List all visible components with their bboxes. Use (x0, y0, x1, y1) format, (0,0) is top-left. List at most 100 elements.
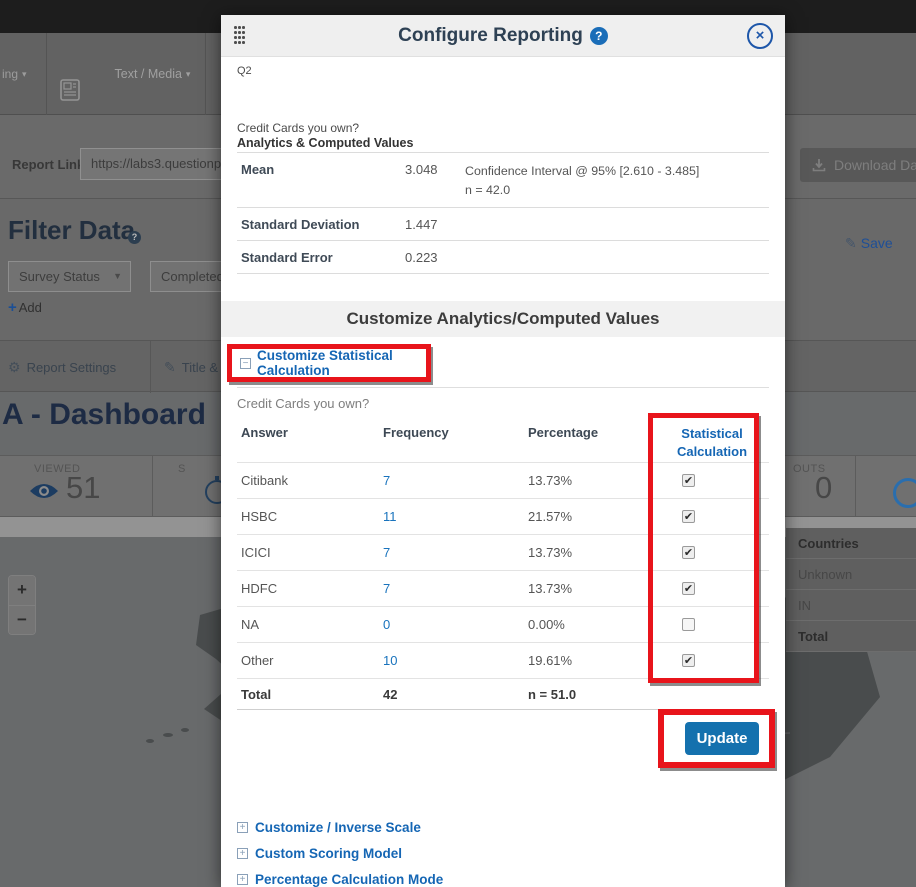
answers-table-header: Answer Frequency Percentage Statistical … (237, 425, 769, 462)
column-header-statistical-calculation: Statistical Calculation (662, 425, 762, 460)
statistical-calculation-checkbox[interactable]: ✔ (682, 510, 695, 523)
divider (237, 387, 769, 388)
total-label: Total (241, 687, 271, 702)
answer-row: Other 10 19.61% ✔ (237, 643, 769, 679)
metric-value: 3.048 (405, 162, 451, 199)
stat-divider (152, 456, 153, 518)
analytics-row: Mean 3.048 Confidence Interval @ 95% [2.… (237, 152, 769, 207)
metric-value: 1.447 (405, 217, 451, 232)
analytics-row: Standard Error 0.223 (237, 240, 769, 273)
frequency-link[interactable]: 7 (383, 473, 390, 488)
question-text: Credit Cards you own? (237, 121, 359, 135)
tab-title-logo[interactable]: ✎Title & L (164, 341, 229, 393)
save-link[interactable]: ✎Save (845, 235, 893, 252)
collapsible-sections: + Customize / Inverse Scale + Custom Sco… (237, 818, 443, 887)
column-header-frequency: Frequency (383, 425, 449, 440)
minus-square-icon[interactable]: − (240, 358, 251, 369)
statistical-calculation-checkbox[interactable]: ✔ (682, 582, 695, 595)
caret-down-icon: ▼ (113, 262, 122, 291)
answer-row: Citibank 7 13.73% ✔ (237, 463, 769, 499)
plus-square-icon: + (237, 848, 248, 859)
percentage-value: 13.73% (528, 473, 572, 488)
column-header-answer: Answer (241, 425, 288, 440)
customize-statistical-calculation-link[interactable]: Customize Statistical Calculation (257, 348, 426, 378)
answer-label: NA (241, 617, 259, 632)
add-filter-link[interactable]: +Add (8, 299, 42, 316)
map-zoom-control: + − (8, 575, 36, 635)
plus-square-icon: + (237, 874, 248, 885)
text-media-icon (60, 79, 80, 106)
statistical-calculation-checkbox[interactable]: ✔ (682, 654, 695, 667)
country-row: Unknown (786, 559, 916, 590)
dashboard-title: A - Dashboard (2, 398, 206, 432)
statistical-calculation-checkbox[interactable]: ✔ (682, 546, 695, 559)
country-row: IN (786, 590, 916, 621)
download-data-button[interactable]: Download Da (800, 148, 916, 182)
annotation-box-statistical-link: − Customize Statistical Calculation (227, 344, 431, 382)
analytics-row: Standard Deviation 1.447 (237, 207, 769, 240)
answer-row: NA 0 0.00% (237, 607, 769, 643)
configure-reporting-modal: Configure Reporting? × Q2 Credit Cards y… (221, 15, 785, 887)
answer-label: HSBC (241, 509, 277, 524)
modal-header: Configure Reporting? × (221, 15, 785, 57)
help-icon[interactable]: ? (590, 27, 608, 45)
close-icon[interactable]: × (747, 23, 773, 49)
total-n-note: n = 51.0 (528, 687, 576, 702)
plus-square-icon: + (237, 822, 248, 833)
analytics-heading: Analytics & Computed Values (237, 136, 413, 150)
countries-panel: Countries Unknown IN Total (786, 528, 916, 652)
analytics-table: Mean 3.048 Confidence Interval @ 95% [2.… (237, 152, 769, 274)
collapsible-section-link[interactable]: + Percentage Calculation Mode (237, 870, 443, 887)
stat-divider (855, 456, 856, 518)
question-text: Credit Cards you own? (237, 396, 369, 411)
frequency-link[interactable]: 10 (383, 653, 397, 668)
answer-row: ICICI 7 13.73% ✔ (237, 535, 769, 571)
eye-icon (28, 482, 60, 505)
help-icon[interactable]: ? (128, 231, 141, 244)
download-icon (812, 158, 826, 172)
answer-label: ICICI (241, 545, 271, 560)
collapsible-section-link[interactable]: + Customize / Inverse Scale (237, 818, 443, 836)
countries-total: Total (786, 621, 916, 652)
viewed-value: 51 (66, 470, 100, 506)
toolbar-item-text-media[interactable]: Text / Media▾ (100, 33, 205, 115)
frequency-link[interactable]: 7 (383, 581, 390, 596)
globe-icon (893, 478, 916, 508)
answer-row: HSBC 11 21.57% ✔ (237, 499, 769, 535)
statistical-calculation-checkbox[interactable]: ✔ (682, 474, 695, 487)
answer-label: HDFC (241, 581, 277, 596)
pencil-icon: ✎ (845, 235, 857, 251)
app-screen: ing▾ Text / Media▾ Report Link https://l… (0, 0, 916, 887)
answer-label: Other (241, 653, 274, 668)
metric-label: Standard Error (241, 250, 405, 265)
tab-report-settings[interactable]: ⚙Report Settings (8, 341, 116, 393)
caret-down-icon: ▾ (186, 69, 191, 80)
dropouts-value: 0 (815, 470, 832, 506)
total-row: Total 42 n = 51.0 (237, 679, 769, 710)
toolbar-divider (205, 33, 206, 115)
toolbar-item-partial[interactable]: ing▾ (0, 33, 47, 115)
update-button[interactable]: Update (685, 722, 759, 755)
frequency-link[interactable]: 0 (383, 617, 390, 632)
metric-label: Mean (241, 162, 405, 199)
zoom-out-button[interactable]: − (9, 605, 35, 634)
percentage-value: 13.73% (528, 581, 572, 596)
survey-status-dropdown[interactable]: Survey Status▼ (8, 261, 131, 292)
collapsible-section-link[interactable]: + Custom Scoring Model (237, 844, 443, 862)
percentage-value: 21.57% (528, 509, 572, 524)
zoom-in-button[interactable]: + (9, 576, 35, 605)
customize-section-heading: Customize Analytics/Computed Values (221, 301, 785, 337)
frequency-link[interactable]: 11 (383, 509, 397, 524)
started-label-partial: S (178, 463, 186, 475)
percentage-value: 19.61% (528, 653, 572, 668)
caret-down-icon: ▾ (22, 69, 27, 80)
metric-label: Standard Deviation (241, 217, 405, 232)
frequency-link[interactable]: 7 (383, 545, 390, 560)
modal-title: Configure Reporting? (221, 15, 785, 57)
pencil-icon: ✎ (164, 359, 176, 376)
total-frequency: 42 (383, 687, 397, 702)
statistical-calculation-checkbox[interactable] (682, 618, 695, 631)
report-link-label: Report Link (12, 157, 84, 172)
plus-icon: + (8, 299, 17, 316)
countries-header: Countries (786, 528, 916, 559)
